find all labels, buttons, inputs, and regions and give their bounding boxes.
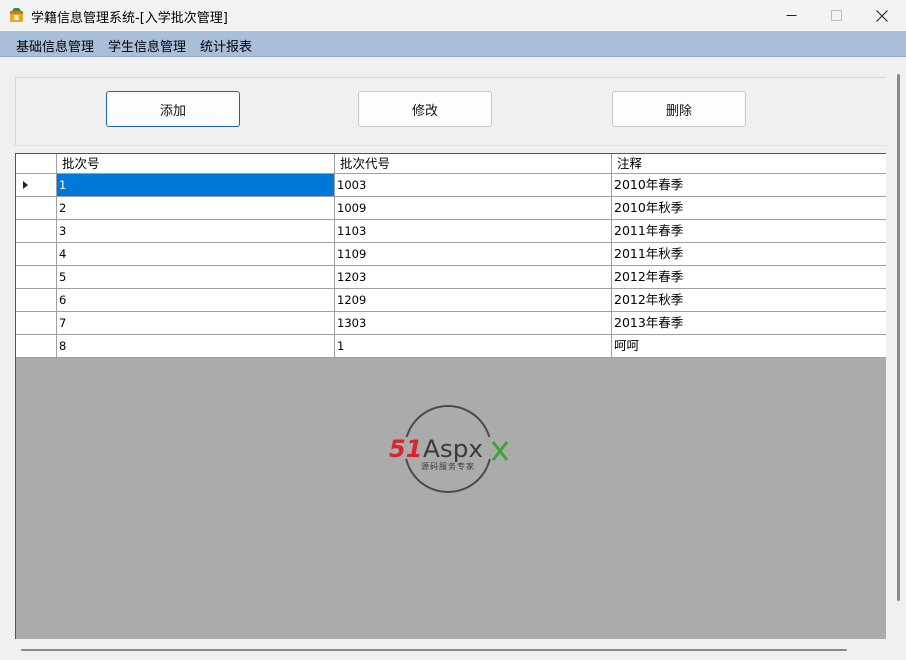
- column-header-note[interactable]: 注释: [612, 154, 886, 174]
- cell-note[interactable]: 2012年春季: [612, 266, 886, 288]
- row-header-corner[interactable]: [16, 154, 57, 174]
- table-row[interactable]: 3 1103 2011年春季: [16, 220, 886, 243]
- row-header[interactable]: [16, 220, 57, 242]
- vertical-scrollbar[interactable]: [889, 71, 906, 648]
- horizontal-scroll-thumb[interactable]: [21, 649, 847, 651]
- row-header[interactable]: [16, 197, 57, 219]
- row-header[interactable]: [16, 312, 57, 334]
- cell-batch-code[interactable]: 1109: [335, 243, 612, 265]
- menu-statistics-report[interactable]: 统计报表: [200, 36, 252, 55]
- grid-header: 批次号 批次代号 注释: [16, 154, 886, 174]
- cell-batch-code[interactable]: 1003: [335, 174, 612, 196]
- title-bar: 学籍信息管理系统-[入学批次管理]: [0, 0, 906, 31]
- cell-note[interactable]: 2010年春季: [612, 174, 886, 196]
- cell-batch-no[interactable]: 4: [57, 243, 335, 265]
- table-row[interactable]: 2 1009 2010年秋季: [16, 197, 886, 220]
- column-header-batch-code[interactable]: 批次代号: [335, 154, 612, 174]
- cell-batch-no[interactable]: 3: [57, 220, 335, 242]
- 51aspx-watermark-logo: 51 Aspx 源码服务专家: [387, 405, 513, 493]
- maximize-button[interactable]: [813, 0, 859, 31]
- row-header[interactable]: [16, 289, 57, 311]
- cell-batch-code[interactable]: 1103: [335, 220, 612, 242]
- table-row[interactable]: 8 1 呵呵: [16, 335, 886, 358]
- cell-batch-code[interactable]: 1009: [335, 197, 612, 219]
- cell-note[interactable]: 2011年秋季: [612, 243, 886, 265]
- cell-batch-code[interactable]: 1: [335, 335, 612, 357]
- minimize-button[interactable]: [768, 0, 814, 31]
- close-button[interactable]: [859, 0, 905, 31]
- cell-note[interactable]: 2012年秋季: [612, 289, 886, 311]
- cell-batch-no[interactable]: 2: [57, 197, 335, 219]
- cell-batch-no[interactable]: 7: [57, 312, 335, 334]
- delete-button[interactable]: 删除: [612, 91, 746, 127]
- app-icon: [10, 8, 23, 22]
- cell-note[interactable]: 呵呵: [612, 335, 886, 357]
- cell-batch-no[interactable]: 5: [57, 266, 335, 288]
- table-row[interactable]: 5 1203 2012年春季: [16, 266, 886, 289]
- vertical-scroll-thumb[interactable]: [897, 74, 900, 601]
- button-panel: 添加 修改 删除: [15, 77, 886, 146]
- table-row[interactable]: 1 1003 2010年春季: [16, 174, 886, 197]
- column-header-batch-no[interactable]: 批次号: [57, 154, 335, 174]
- current-row-arrow-icon: [23, 181, 28, 189]
- cell-batch-code[interactable]: 1303: [335, 312, 612, 334]
- watermark-brand-aspx: Aspx: [423, 435, 483, 463]
- row-header[interactable]: [16, 266, 57, 288]
- table-row[interactable]: 7 1303 2013年春季: [16, 312, 886, 335]
- row-header[interactable]: [16, 243, 57, 265]
- watermark-brand-51: 51: [389, 435, 422, 463]
- add-button[interactable]: 添加: [106, 91, 240, 127]
- client-area: 添加 修改 删除 批次号 批次代号 注释 1 1003 2010年春季 2 10…: [0, 58, 906, 660]
- maximize-icon: [830, 10, 842, 21]
- close-icon: [876, 9, 888, 22]
- row-header[interactable]: [16, 335, 57, 357]
- cell-batch-no[interactable]: 1: [57, 174, 335, 196]
- batch-data-grid[interactable]: 批次号 批次代号 注释 1 1003 2010年春季 2 1009 2010年秋…: [15, 153, 886, 639]
- menu-student-info[interactable]: 学生信息管理: [108, 36, 186, 55]
- minimize-icon: [786, 15, 796, 16]
- cell-note[interactable]: 2010年秋季: [612, 197, 886, 219]
- horizontal-scrollbar[interactable]: [15, 643, 886, 657]
- cell-batch-code[interactable]: 1209: [335, 289, 612, 311]
- menu-basic-info[interactable]: 基础信息管理: [16, 36, 94, 55]
- window-title: 学籍信息管理系统-[入学批次管理]: [31, 11, 228, 26]
- cell-note[interactable]: 2013年春季: [612, 312, 886, 334]
- edit-button[interactable]: 修改: [358, 91, 492, 127]
- table-row[interactable]: 6 1209 2012年秋季: [16, 289, 886, 312]
- watermark-tagline: 源码服务专家: [421, 461, 475, 471]
- cell-batch-no[interactable]: 6: [57, 289, 335, 311]
- cell-batch-code[interactable]: 1203: [335, 266, 612, 288]
- table-row[interactable]: 4 1109 2011年秋季: [16, 243, 886, 266]
- row-header[interactable]: [16, 174, 57, 196]
- cell-note[interactable]: 2011年春季: [612, 220, 886, 242]
- menu-bar: 基础信息管理 学生信息管理 统计报表: [0, 31, 906, 57]
- cell-batch-no[interactable]: 8: [57, 335, 335, 357]
